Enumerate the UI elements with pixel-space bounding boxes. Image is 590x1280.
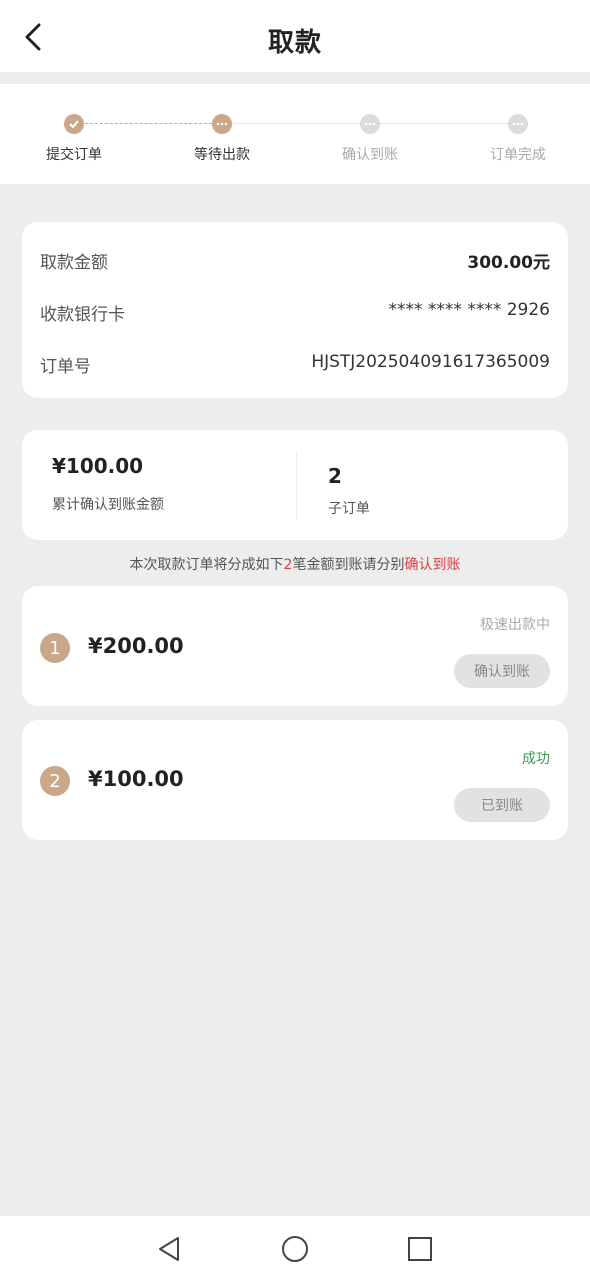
notice-prefix: 本次取款订单将分成如下 [129,557,284,573]
sub-order-amount: ¥200.00 [88,634,184,658]
bank-card-row: 收款银行卡 **** **** **** 2926 [40,300,550,325]
confirmed-amount: ¥100.00 [52,454,144,478]
step-submit-order: 提交订单 [14,114,134,164]
step-label: 等待出款 [194,147,250,163]
nav-recents-button[interactable] [403,1232,437,1266]
notice-action: 确认到账 [404,557,461,573]
sub-order-status: 成功 [522,751,550,767]
sub-order-index: 2 [40,766,70,796]
triangle-back-icon [159,1237,179,1261]
bank-card-value: **** **** **** 2926 [388,300,550,320]
step-confirm-receipt: 确认到账 [310,114,430,164]
header-bar: 取款 [0,0,590,72]
more-dots-icon [360,114,380,134]
progress-steps: 提交订单 等待出款 确认到账 订单完成 [0,84,590,184]
more-dots-icon [212,114,232,134]
divider [296,452,297,520]
sub-order-count: 2 [328,464,342,488]
square-recents-icon [408,1237,432,1261]
notice-middle: 笔金额到账请分别 [292,557,405,573]
system-nav-bar [0,1216,590,1280]
step-order-complete: 订单完成 [458,114,578,164]
nav-home-button[interactable] [278,1232,312,1266]
sub-order-card: 2 ¥100.00 成功 已到账 [22,720,568,840]
amount-label: 取款金额 [40,253,108,273]
received-button[interactable]: 已到账 [454,788,550,822]
amount-row: 取款金额 300.00元 [40,248,550,273]
step-label: 订单完成 [490,147,546,163]
summary-card: ¥100.00 累计确认到账金额 2 子订单 [22,430,568,540]
confirm-receipt-button[interactable]: 确认到账 [454,654,550,688]
more-dots-icon [508,114,528,134]
bank-card-label: 收款银行卡 [40,305,125,325]
step-label: 确认到账 [342,147,398,163]
sub-order-card: 1 ¥200.00 极速出款中 确认到账 [22,586,568,706]
withdrawal-info-card: 取款金额 300.00元 收款银行卡 **** **** **** 2926 订… [22,222,568,398]
check-icon [64,114,84,134]
amount-value: 300.00元 [467,253,550,273]
nav-back-button[interactable] [152,1232,186,1266]
page-title: 取款 [267,28,322,58]
sub-order-index: 1 [40,633,70,663]
confirmed-amount-label: 累计确认到账金额 [52,497,164,513]
sub-order-count-block: 2 子订单 [328,464,370,518]
circle-home-icon [282,1236,308,1262]
sub-order-status: 极速出款中 [480,617,550,633]
step-awaiting-payout: 等待出款 [162,114,282,164]
order-number-value: HJSTJ20250409161736500​9 [311,352,550,372]
sub-order-amount: ¥100.00 [88,767,184,791]
sub-order-label: 子订单 [328,501,370,517]
order-number-row: 订单号 HJSTJ20250409161736500​9 [40,352,550,377]
split-notice: 本次取款订单将分成如下2笔金额到账请分别确认到账 [0,554,590,574]
step-label: 提交订单 [46,147,102,163]
confirmed-amount-block: ¥100.00 累计确认到账金额 [52,454,164,514]
order-number-label: 订单号 [40,357,91,377]
